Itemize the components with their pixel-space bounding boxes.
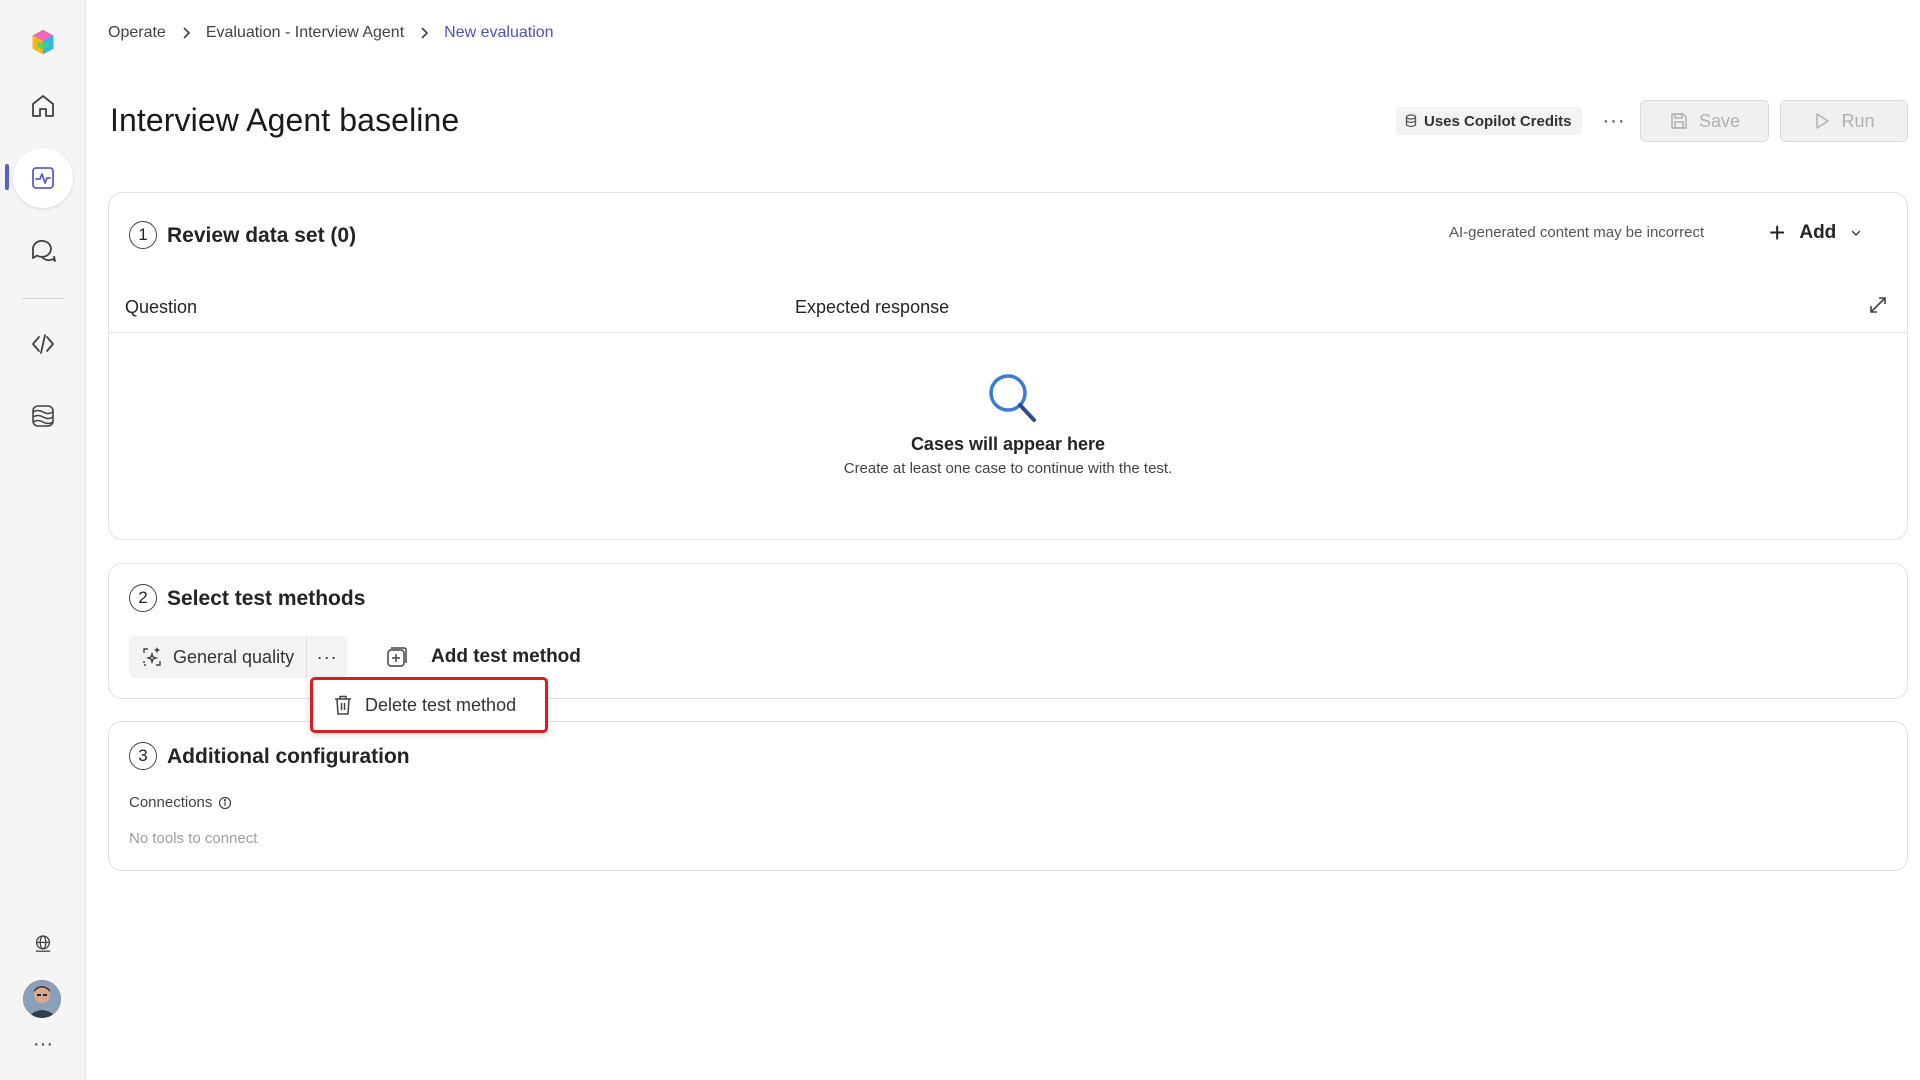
rail-environment[interactable] <box>13 914 73 974</box>
chevron-down-icon <box>1850 229 1862 237</box>
test-method-label: General quality <box>173 646 295 667</box>
credits-label: Uses Copilot Credits <box>1424 112 1572 130</box>
add-case-button[interactable]: + Add <box>1769 215 1862 251</box>
empty-state-subtitle: Create at least one case to continue wit… <box>843 460 1173 477</box>
expand-icon[interactable] <box>1866 293 1890 317</box>
home-icon <box>32 95 54 117</box>
plus-icon: + <box>1769 217 1786 248</box>
table-divider <box>109 332 1907 333</box>
info-icon[interactable] <box>218 796 232 810</box>
play-icon <box>1816 113 1830 129</box>
rail-evaluation[interactable] <box>13 148 73 208</box>
coins-icon <box>1405 114 1417 128</box>
chevron-right-icon <box>419 26 429 40</box>
section-title-test-methods: Select test methods <box>167 587 366 610</box>
connections-text: Connections <box>129 794 213 811</box>
save-label: Save <box>1698 110 1741 131</box>
more-horizontal-icon: ··· <box>1602 109 1626 132</box>
page-title: Interview Agent baseline <box>110 102 460 138</box>
breadcrumb-item-evaluation[interactable]: Evaluation - Interview Agent <box>206 24 404 42</box>
column-header-expected-response: Expected response <box>795 297 950 317</box>
add-test-method-button[interactable]: Add test method <box>385 636 581 678</box>
section-title-configuration: Additional configuration <box>167 745 410 768</box>
rail-knowledge[interactable] <box>13 386 73 446</box>
evaluation-icon <box>32 167 54 189</box>
run-button[interactable]: Run <box>1780 100 1908 142</box>
step-number-1: 1 <box>129 221 157 249</box>
knowledge-icon <box>32 405 54 427</box>
delete-test-method-menu-item[interactable]: Delete test method <box>310 677 548 733</box>
additional-configuration-card: 3 Additional configuration Connections N… <box>108 721 1908 871</box>
rail-more[interactable]: ··· <box>13 1024 73 1064</box>
avatar[interactable] <box>23 980 61 1018</box>
chat-icon <box>32 239 56 262</box>
connections-label: Connections <box>129 794 232 811</box>
trash-icon <box>335 695 351 715</box>
sparkle-icon <box>143 647 161 666</box>
app-logo[interactable] <box>13 12 73 72</box>
avatar-image <box>23 980 61 1018</box>
chevron-right-icon <box>181 26 191 40</box>
add-square-icon <box>387 647 407 667</box>
app-logo-icon <box>32 29 54 55</box>
rail-code[interactable] <box>13 314 73 374</box>
left-rail: ··· <box>0 0 86 1080</box>
save-icon <box>1671 113 1687 129</box>
breadcrumb-current: New evaluation <box>444 24 554 41</box>
rail-active-indicator <box>5 164 9 190</box>
connections-empty-text: No tools to connect <box>129 830 258 847</box>
more-icon: ··· <box>33 1032 53 1055</box>
section-title-review: Review data set (0) <box>167 224 357 247</box>
test-method-chip: General quality ··· <box>129 636 348 678</box>
add-test-method-label: Add test method <box>431 646 581 667</box>
rail-chat[interactable] <box>13 220 73 280</box>
test-method-general-quality[interactable]: General quality <box>129 636 308 678</box>
breadcrumb: Operate Evaluation - Interview Agent New… <box>108 22 554 44</box>
more-horizontal-icon: ··· <box>316 646 338 667</box>
code-icon <box>32 334 54 354</box>
delete-test-method-label: Delete test method <box>365 694 517 715</box>
empty-state-title: Cases will appear here <box>910 434 1106 454</box>
globe-icon <box>35 935 51 952</box>
rail-divider <box>22 298 64 299</box>
add-label: Add <box>1799 222 1837 243</box>
rail-home[interactable] <box>13 76 73 136</box>
more-options-button[interactable]: ··· <box>1598 106 1630 136</box>
breadcrumb-item-operate[interactable]: Operate <box>108 24 166 42</box>
magnifier-icon <box>989 374 1036 422</box>
ai-disclaimer: AI-generated content may be incorrect <box>1449 224 1705 241</box>
review-data-set-card: 1 Review data set (0) AI-generated conte… <box>108 192 1908 540</box>
run-label: Run <box>1841 110 1875 131</box>
test-method-more-button[interactable]: ··· <box>307 636 347 678</box>
save-button[interactable]: Save <box>1640 100 1769 142</box>
step-number-3: 3 <box>129 742 157 770</box>
column-header-question: Question <box>125 297 198 317</box>
step-number-2: 2 <box>129 584 157 612</box>
copilot-credits-badge[interactable]: Uses Copilot Credits <box>1396 107 1582 135</box>
